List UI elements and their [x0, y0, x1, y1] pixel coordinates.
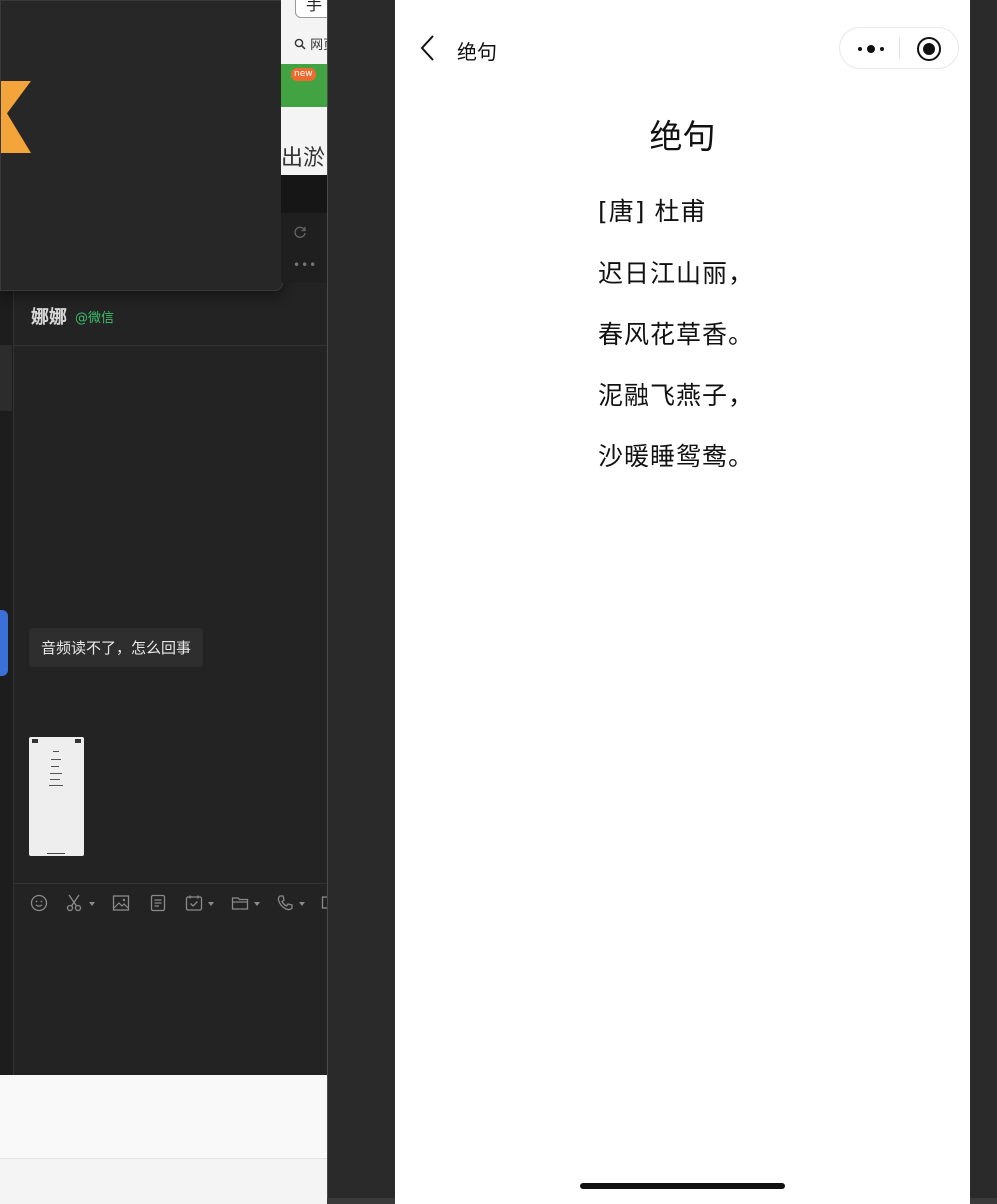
message-image-thumbnail[interactable]: [29, 737, 84, 856]
phone-icon[interactable]: [275, 893, 295, 913]
chat-window: 娜娜 @微信 音频读不了，怎么回事 手 网 new 出淤 •••: [0, 0, 330, 1075]
poem-line: 泥融飞燕子，: [598, 381, 755, 410]
browser-tab[interactable]: 手: [295, 0, 330, 18]
app-logo: [1, 81, 31, 153]
refresh-icon[interactable]: [293, 224, 307, 243]
search-icon: [294, 38, 306, 50]
emoji-icon[interactable]: [29, 893, 49, 913]
capsule-divider: [899, 37, 900, 59]
conversation-item-highlight[interactable]: [0, 610, 8, 676]
thumb-text-line: [51, 766, 59, 767]
image-icon[interactable]: [111, 893, 131, 913]
thumb-text-line: [53, 751, 59, 752]
thumb-text-line: [49, 785, 63, 786]
contact-name[interactable]: 娜娜: [31, 303, 67, 329]
browser-page-text: 出淤: [281, 146, 326, 171]
miniprogram-screen: [395, 0, 970, 1204]
new-badge: new: [291, 68, 316, 81]
thumb-text-line: [50, 779, 60, 780]
folder-icon[interactable]: [230, 893, 250, 913]
dot: [867, 45, 875, 53]
dot: [858, 47, 862, 51]
more-icon[interactable]: [858, 45, 888, 53]
background-window-bar: [0, 1159, 330, 1204]
document-icon[interactable]: [148, 893, 168, 913]
close-target-icon[interactable]: [917, 37, 941, 61]
thumb-corner: [32, 739, 38, 743]
input-toolbar: [29, 893, 330, 915]
message-bubble[interactable]: 音频读不了，怎么回事: [29, 628, 204, 667]
dot: [880, 47, 884, 51]
poem-line: 春风花草香。: [598, 320, 755, 349]
browser-window-fragment: 手 网页 new 出淤 •••: [281, 0, 330, 283]
back-arrow-icon[interactable]: [420, 34, 436, 66]
poem-line: 迟日江山丽，: [598, 259, 755, 288]
thumb-home-bar: [47, 853, 65, 854]
capsule-menu: [839, 27, 959, 69]
chevron-down-icon[interactable]: [208, 902, 214, 906]
home-indicator[interactable]: [580, 1183, 785, 1189]
poem-title: 绝句: [649, 117, 716, 156]
browser-search-row[interactable]: 网页: [294, 34, 330, 53]
browser-dark-strip: [281, 175, 330, 213]
chevron-down-icon[interactable]: [89, 902, 95, 906]
scissors-icon[interactable]: [65, 893, 85, 913]
nav-title: 绝句: [457, 40, 497, 64]
thumb-text-line: [50, 773, 62, 774]
poem-line: 沙暖睡鸳鸯。: [598, 442, 755, 471]
floating-popup-window: [0, 0, 283, 291]
input-divider: [13, 883, 330, 884]
chevron-down-icon[interactable]: [299, 902, 305, 906]
thumb-corner: [75, 739, 81, 743]
contact-source-tag: @微信: [75, 311, 115, 326]
thumb-text-line: [51, 759, 61, 760]
conversation-item-selected[interactable]: [0, 345, 12, 411]
chat-header: 娜娜 @微信: [13, 283, 330, 346]
poem-author: [唐] 杜甫: [598, 197, 707, 226]
more-icon[interactable]: •••: [293, 258, 317, 272]
task-icon[interactable]: [184, 893, 204, 913]
chevron-down-icon[interactable]: [254, 902, 260, 906]
